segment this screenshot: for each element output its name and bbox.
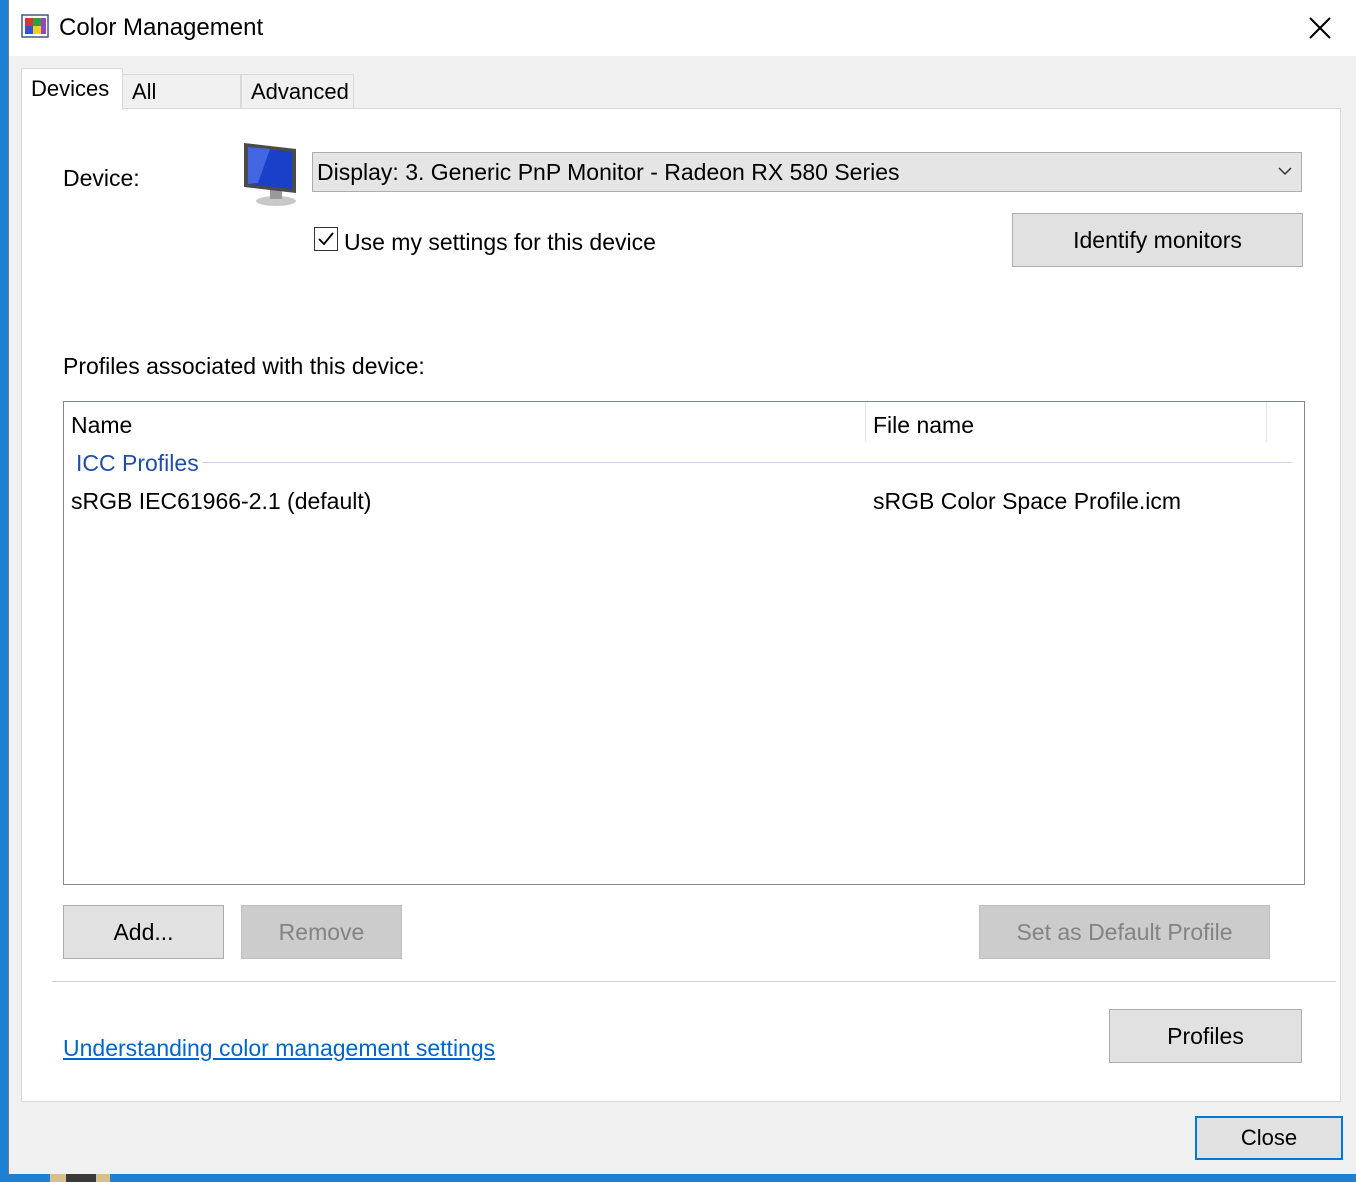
identify-monitors-button[interactable]: Identify monitors: [1012, 213, 1303, 267]
tab-devices[interactable]: Devices: [21, 68, 123, 110]
devices-tab-panel: Device: Display: 3. Generic PnP Monitor …: [21, 108, 1341, 1102]
color-management-window: Color Management Devices All Profiles Ad…: [8, 0, 1356, 1174]
profiles-section-label: Profiles associated with this device:: [63, 353, 425, 379]
column-header-file-name[interactable]: File name: [873, 412, 974, 439]
column-header-name[interactable]: Name: [71, 412, 132, 439]
color-management-app-icon: [21, 14, 49, 38]
device-select-value: Display: 3. Generic PnP Monitor - Radeon…: [317, 159, 900, 185]
column-divider[interactable]: [1266, 402, 1267, 442]
profiles-list: Name File name ICC Profiles sRGB IEC6196…: [63, 401, 1305, 885]
tab-advanced[interactable]: Advanced: [241, 74, 354, 110]
add-button[interactable]: Add...: [63, 905, 224, 959]
group-header-line: [202, 462, 1292, 463]
taskbar-fragment: [66, 1174, 96, 1182]
use-my-settings-checkbox[interactable]: [314, 227, 338, 251]
close-icon[interactable]: [1304, 12, 1336, 44]
checkmark-icon: [318, 232, 334, 246]
set-default-profile-button[interactable]: Set as Default Profile: [979, 905, 1270, 959]
chevron-down-icon: [1278, 167, 1292, 176]
remove-button[interactable]: Remove: [241, 905, 402, 959]
tab-all-profiles[interactable]: All Profiles: [122, 74, 241, 138]
monitor-icon: [244, 143, 296, 206]
column-divider[interactable]: [865, 402, 866, 442]
title-bar: Color Management: [9, 0, 1356, 56]
group-header-icc-profiles[interactable]: ICC Profiles: [76, 450, 199, 477]
close-button[interactable]: Close: [1195, 1116, 1343, 1160]
use-my-settings-label: Use my settings for this device: [344, 229, 656, 255]
profile-name-cell: sRGB IEC61966-2.1 (default): [71, 488, 372, 514]
divider: [52, 981, 1336, 982]
understanding-color-management-link[interactable]: Understanding color management settings: [63, 1035, 495, 1062]
profiles-button[interactable]: Profiles: [1109, 1009, 1302, 1063]
device-label: Device:: [63, 165, 140, 191]
window-title: Color Management: [59, 14, 264, 41]
profile-file-cell: sRGB Color Space Profile.icm: [873, 488, 1182, 514]
device-select[interactable]: Display: 3. Generic PnP Monitor - Radeon…: [312, 152, 1302, 192]
